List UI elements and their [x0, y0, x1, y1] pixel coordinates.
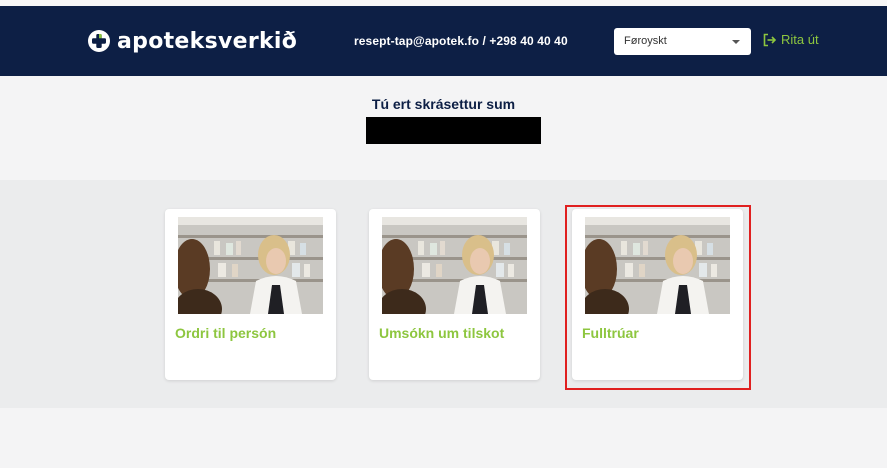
login-info-section: Tú ert skrásettur sum: [0, 76, 887, 180]
selection-highlight-box: [565, 205, 751, 390]
page-bottom: [0, 408, 887, 468]
pharmacy-photo: [178, 217, 323, 314]
language-select[interactable]: Føroyskt: [614, 28, 751, 55]
site-header: apoteksverkið resept-tap@apotek.fo / +29…: [0, 6, 887, 76]
chevron-down-icon: [732, 40, 740, 44]
logout-label: Rita út: [781, 32, 819, 47]
login-status-title: Tú ert skrásettur sum: [371, 96, 516, 112]
card-order-for-person[interactable]: Ordri til persón: [165, 209, 336, 380]
brand-name: apoteksverkið: [117, 28, 298, 54]
redacted-user-name: [366, 117, 541, 144]
contact-info: resept-tap@apotek.fo / +298 40 40 40: [354, 34, 568, 48]
brand-logo[interactable]: apoteksverkið: [88, 26, 297, 56]
logout-link[interactable]: Rita út: [763, 32, 819, 47]
pharmacy-photo: [382, 217, 527, 314]
card-subsidy-application[interactable]: Umsókn um tilskot: [369, 209, 540, 380]
logout-arrow-icon: [763, 33, 777, 46]
pharmacy-cross-icon: [88, 30, 110, 52]
card-label: Umsókn um tilskot: [379, 325, 505, 341]
language-selected-value: Føroyskt: [624, 35, 667, 47]
service-cards-section: Ordri til persón Umsókn um tilskot Fullt…: [0, 180, 887, 408]
card-label: Ordri til persón: [175, 325, 277, 341]
